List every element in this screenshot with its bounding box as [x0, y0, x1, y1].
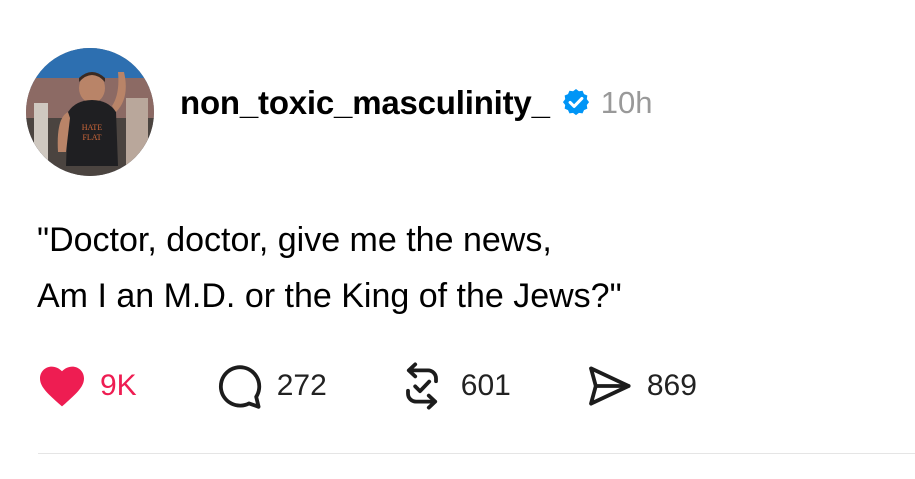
like-count: 9K: [100, 369, 137, 402]
svg-text:FLAT: FLAT: [82, 133, 101, 142]
like-button[interactable]: 9K: [38, 364, 137, 408]
repost-count: 601: [460, 369, 511, 402]
post-timestamp[interactable]: 10h: [601, 85, 653, 121]
share-icon: [588, 366, 631, 406]
avatar[interactable]: HATE FLAT: [26, 48, 154, 176]
avatar-photo: HATE FLAT: [26, 48, 154, 176]
repost-icon: [405, 362, 438, 410]
action-bar: 9K 272 601 869: [38, 362, 697, 410]
post-header: non_toxic_masculinity_ 10h: [180, 84, 652, 122]
username[interactable]: non_toxic_masculinity_: [180, 84, 550, 122]
thread-post: HATE FLAT non_toxic_masculinity_ 10h "Do…: [0, 0, 915, 479]
post-text: "Doctor, doctor, give me the news, Am I …: [37, 212, 622, 324]
post-text-line: Am I an M.D. or the King of the Jews?": [37, 277, 622, 315]
reply-count: 272: [276, 369, 327, 402]
reply-button[interactable]: 272: [215, 362, 327, 410]
post-divider: [38, 453, 915, 454]
heart-icon: [40, 366, 84, 407]
svg-text:HATE: HATE: [82, 123, 103, 132]
post-text-line: "Doctor, doctor, give me the news,: [37, 221, 552, 259]
comment-icon: [218, 365, 261, 409]
verified-badge-icon: [560, 87, 592, 119]
share-button[interactable]: 869: [585, 362, 697, 410]
repost-button[interactable]: 601: [397, 362, 511, 410]
share-count: 869: [646, 369, 697, 402]
